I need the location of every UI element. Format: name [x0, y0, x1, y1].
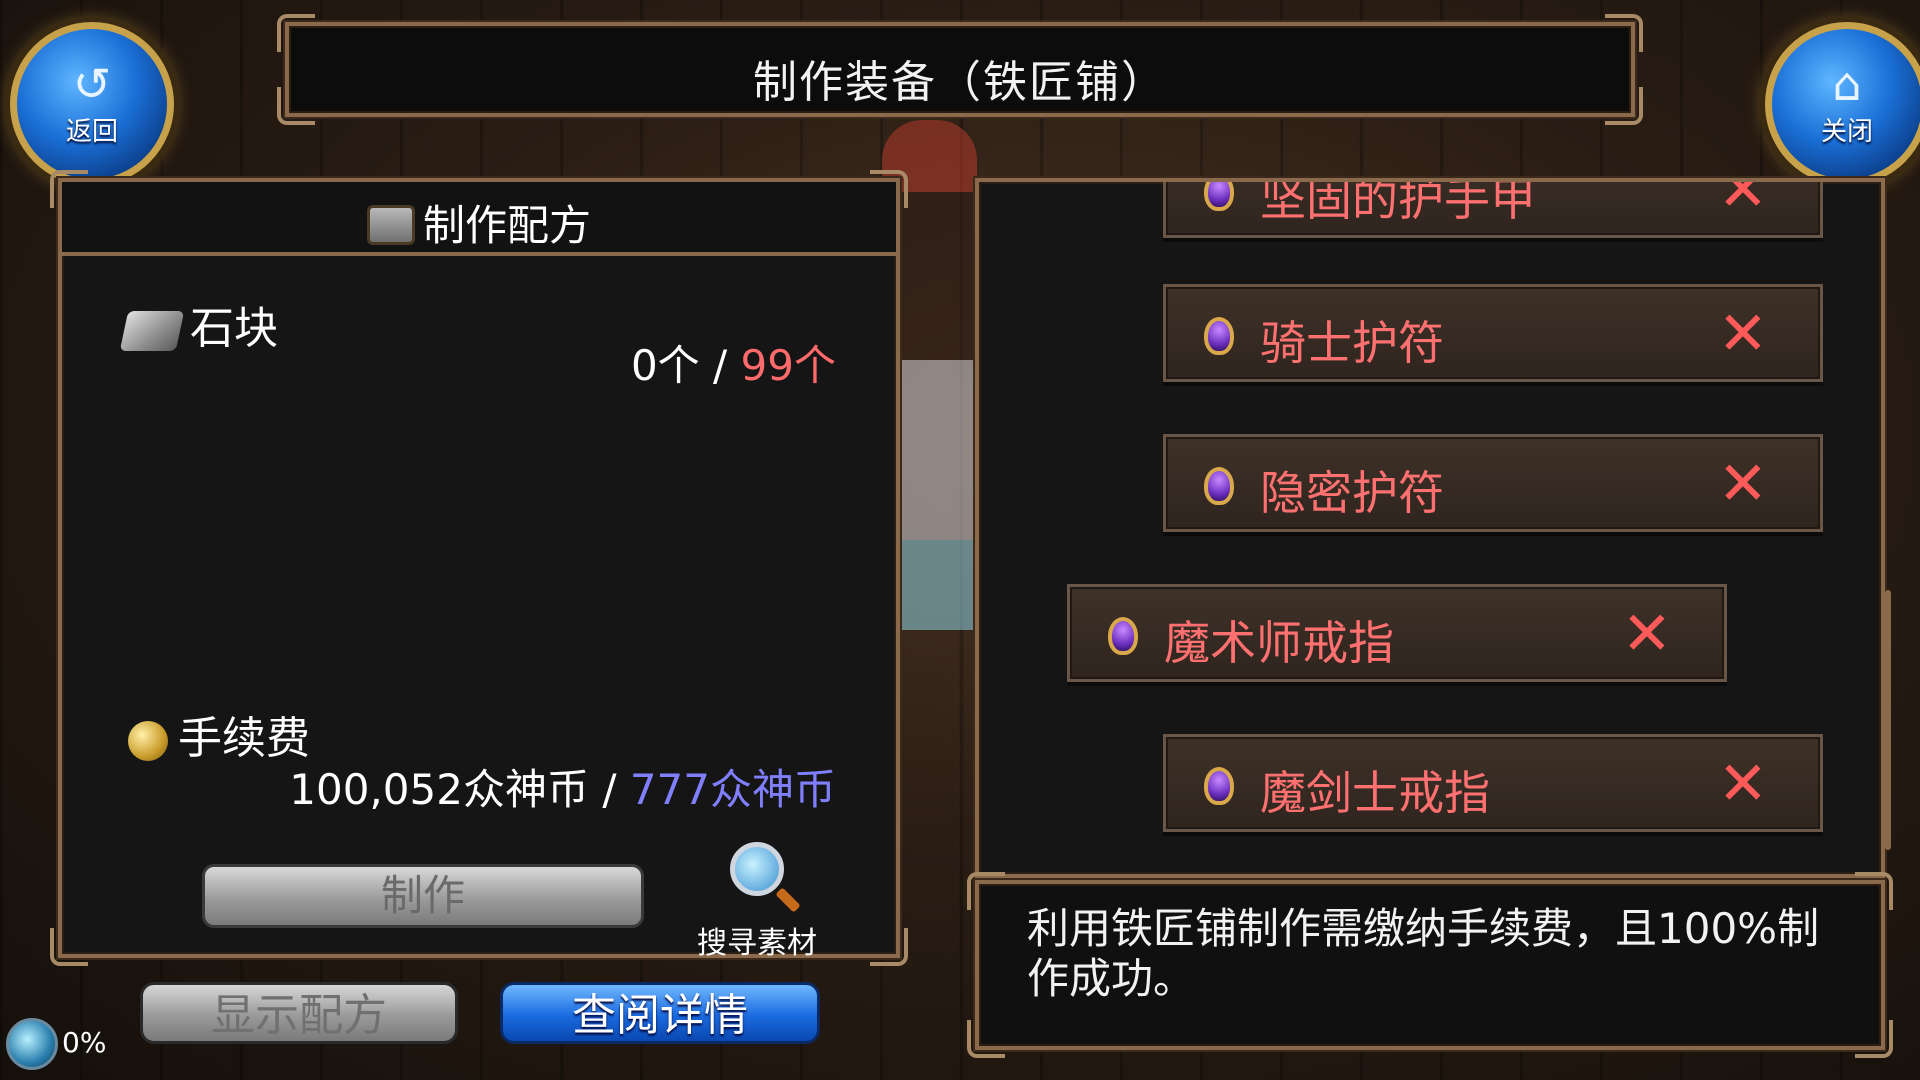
- make-button[interactable]: 制作: [202, 864, 644, 928]
- progress-text: 0%: [62, 1026, 107, 1059]
- fee-row: 手续费: [128, 702, 310, 766]
- ring-icon: [1204, 767, 1234, 805]
- fee-owned: 777众神币: [629, 765, 836, 814]
- list-item-selected[interactable]: 魔术师戒指 ✕: [1067, 584, 1727, 682]
- close-button-label: 关闭: [1820, 116, 1873, 147]
- search-material-label: 搜寻素材: [697, 926, 817, 961]
- unavailable-x-icon: ✕: [1717, 749, 1768, 819]
- stone-icon: [119, 311, 185, 351]
- back-arrow-icon: ↺: [72, 56, 112, 111]
- list-item-label: 坚固的护手甲: [1260, 178, 1536, 226]
- progress-orb-icon: [6, 1018, 58, 1070]
- view-details-button[interactable]: 查阅详情: [500, 982, 820, 1044]
- list-item[interactable]: 魔剑士戒指 ✕: [1163, 734, 1823, 832]
- show-recipe-button[interactable]: 显示配方: [140, 982, 458, 1044]
- fee-cost: 100,052众神币: [289, 765, 589, 814]
- material-need: 99个: [740, 341, 836, 390]
- fee-separator: /: [602, 765, 617, 814]
- list-item-label: 魔剑士戒指: [1260, 766, 1490, 820]
- list-item[interactable]: 坚固的护手甲 ✕: [1163, 178, 1823, 238]
- description-text: 利用铁匠铺制作需缴纳手续费，且100%制作成功。: [1027, 904, 1820, 1003]
- recipe-panel: 制作配方 石块 0个 / 99个 手续费 100,052众神币 / 777众神币…: [50, 170, 908, 966]
- page-title: 制作装备（铁匠铺）: [753, 57, 1167, 108]
- recipe-header: 制作配方: [62, 182, 896, 256]
- ring-icon: [1204, 317, 1234, 355]
- ring-icon: [1108, 617, 1138, 655]
- material-count: 0个 / 99个: [631, 332, 836, 393]
- search-material-button[interactable]: 搜寻素材: [682, 842, 832, 962]
- equipment-list-panel[interactable]: 坚固的护手甲 ✕ 骑士护符 ✕ 隐密护符 ✕ 魔术师戒指 ✕ 魔剑士戒指 ✕: [975, 178, 1885, 878]
- unavailable-x-icon: ✕: [1621, 599, 1672, 669]
- list-scrollbar[interactable]: [1885, 590, 1891, 850]
- description-panel: 利用铁匠铺制作需缴纳手续费，且100%制作成功。: [967, 872, 1893, 1058]
- ring-icon: [1204, 467, 1234, 505]
- ring-icon: [1204, 182, 1234, 211]
- list-item[interactable]: 骑士护符 ✕: [1163, 284, 1823, 382]
- material-row: 石块: [119, 292, 278, 356]
- unavailable-x-icon: ✕: [1717, 178, 1768, 225]
- material-name: 石块: [190, 303, 278, 354]
- progress-indicator: 0%: [6, 1018, 106, 1070]
- title-bar: 制作装备（铁匠铺）: [277, 14, 1643, 125]
- fee-amount: 100,052众神币 / 777众神币: [289, 756, 836, 817]
- coin-icon: [128, 721, 168, 761]
- unavailable-x-icon: ✕: [1717, 449, 1768, 519]
- close-button[interactable]: ⌂ 关闭: [1765, 22, 1920, 186]
- material-separator: /: [713, 341, 728, 390]
- recipe-book-icon: [366, 204, 415, 245]
- magnifier-icon: [730, 842, 784, 896]
- list-item-label: 魔术师戒指: [1164, 616, 1394, 670]
- home-icon: ⌂: [1832, 56, 1862, 111]
- recipe-title: 制作配方: [422, 201, 591, 250]
- back-button-label: 返回: [65, 116, 118, 147]
- unavailable-x-icon: ✕: [1717, 299, 1768, 369]
- material-have: 0个: [630, 341, 700, 390]
- back-button[interactable]: ↺ 返回: [10, 22, 174, 186]
- list-item-label: 隐密护符: [1260, 466, 1444, 520]
- list-item[interactable]: 隐密护符 ✕: [1163, 434, 1823, 532]
- list-item-label: 骑士护符: [1260, 316, 1444, 370]
